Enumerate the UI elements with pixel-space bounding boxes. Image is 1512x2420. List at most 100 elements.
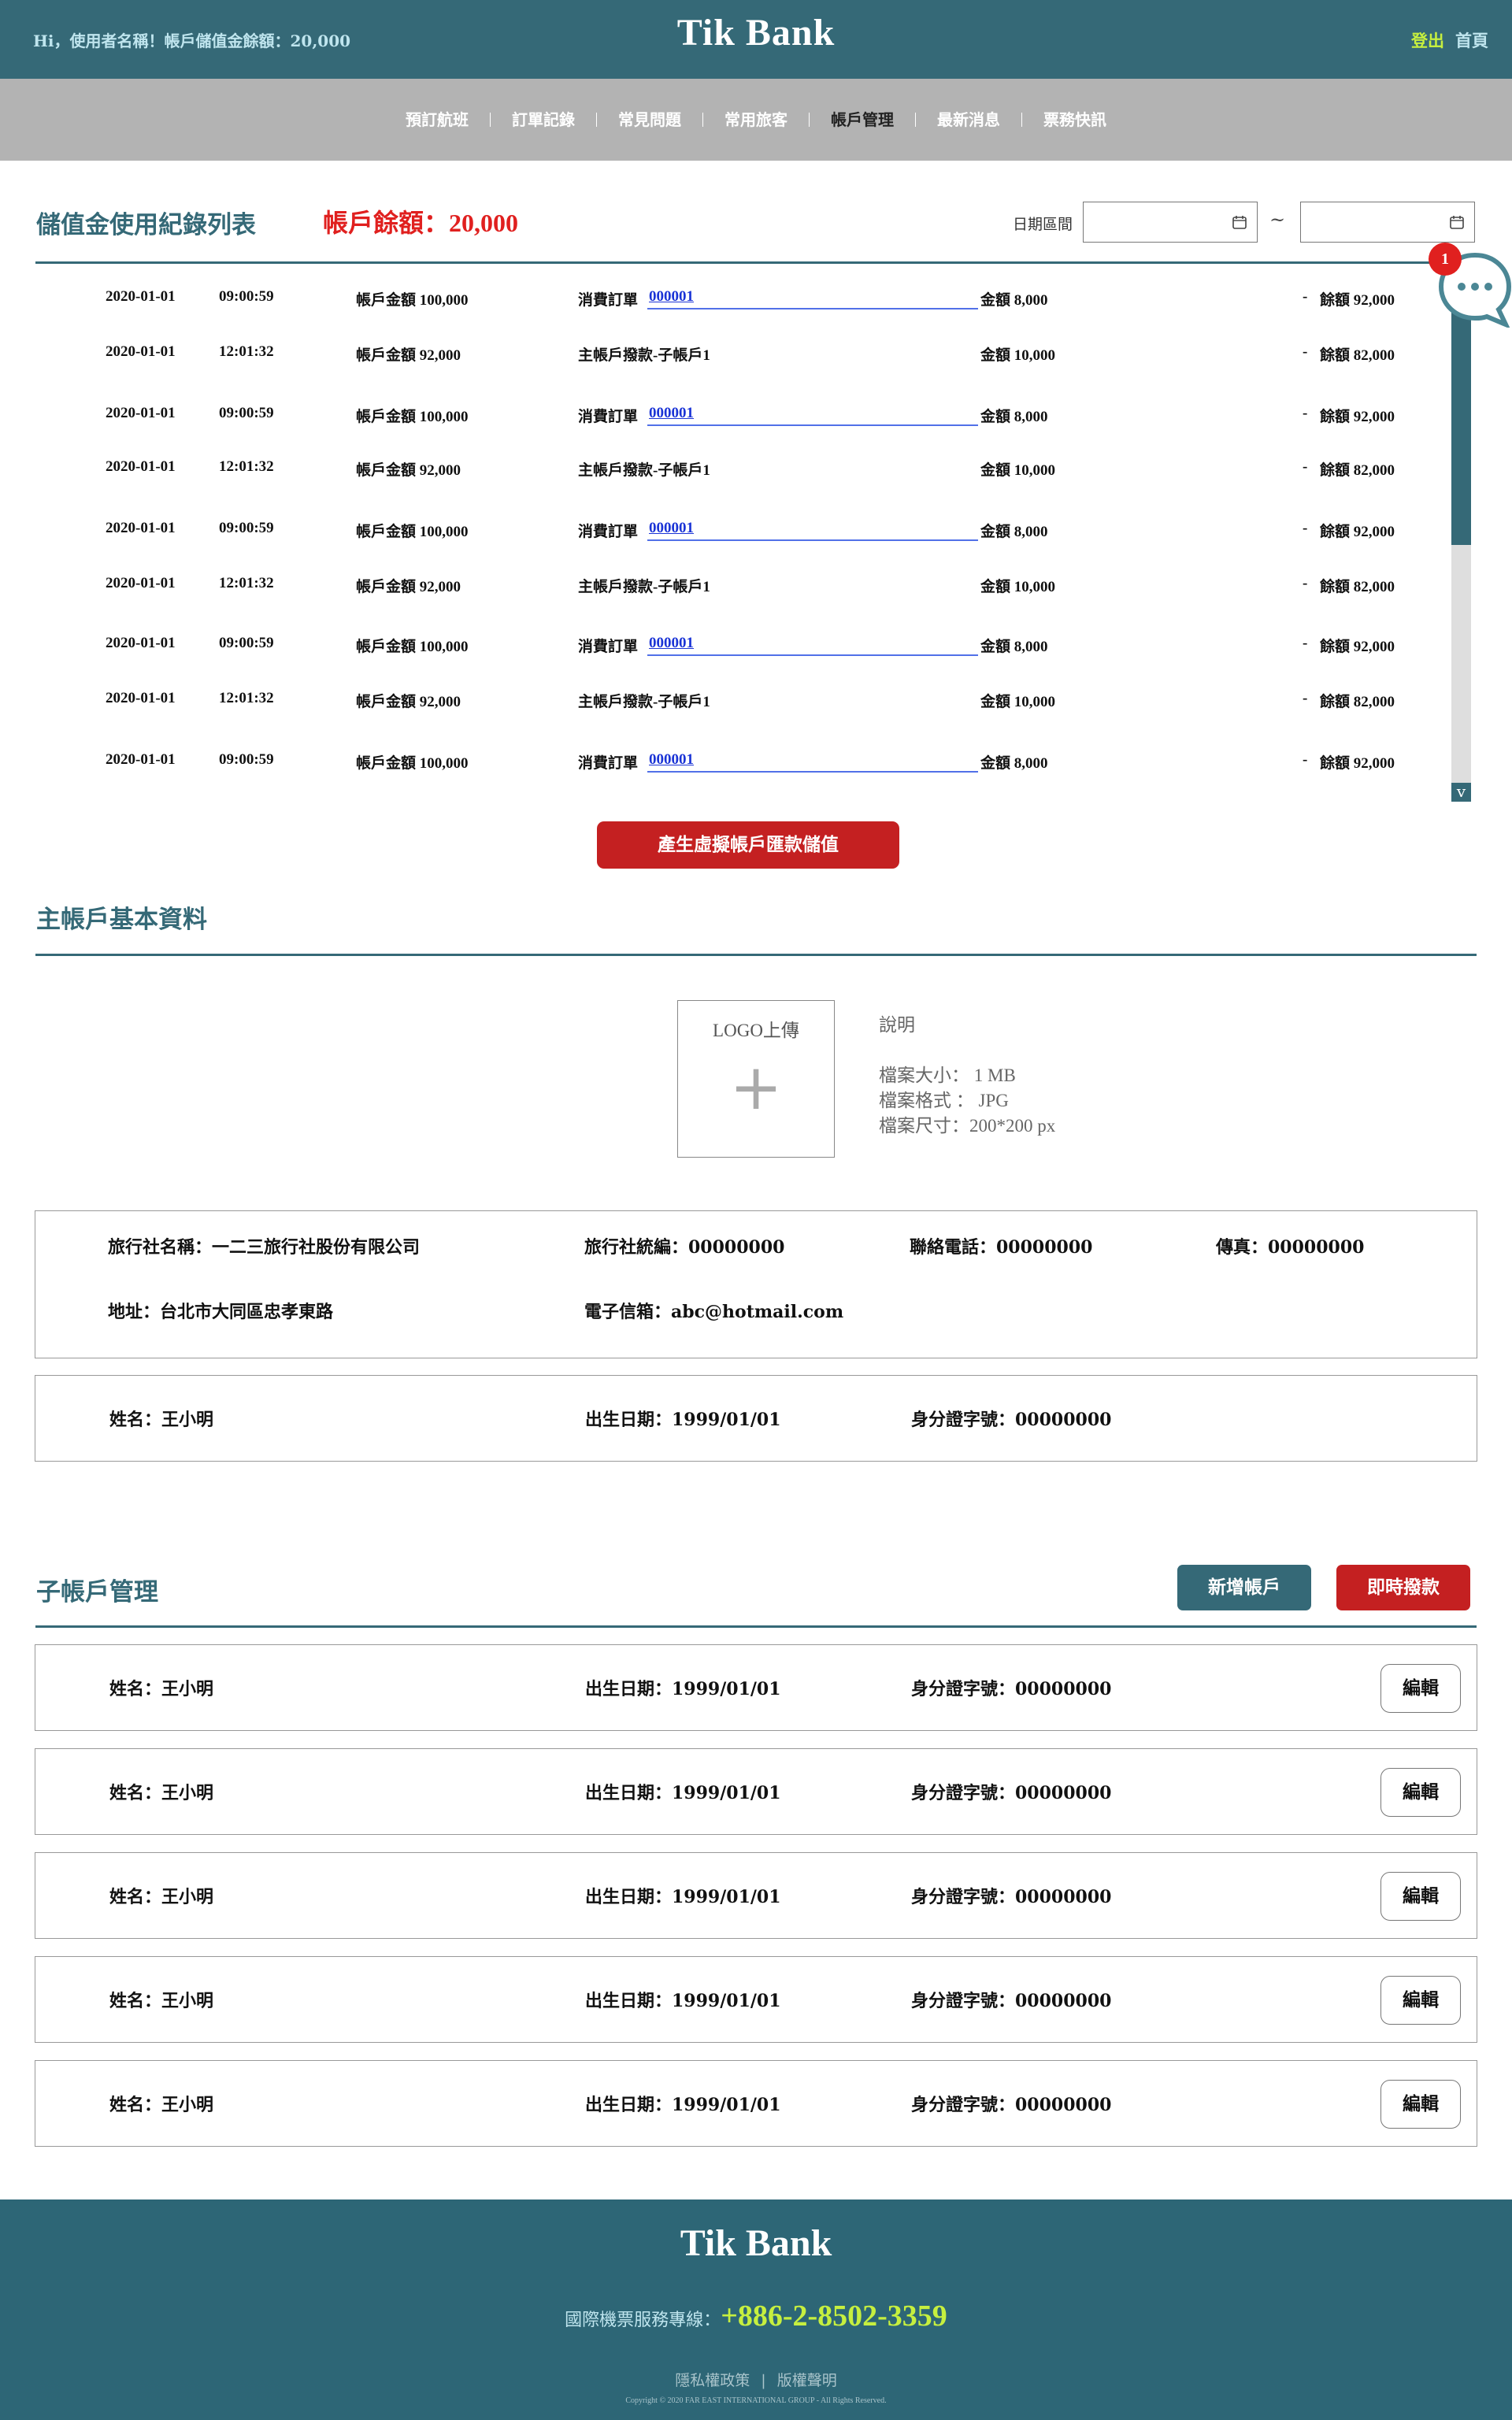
- record-account-amount: 帳戶金額 100,000: [356, 639, 469, 655]
- sub-account-name: 姓名：王小明: [109, 1679, 214, 1699]
- agency-phone: 聯絡電話：00000000: [910, 1237, 1093, 1258]
- sub-account-birth: 出生日期：1999/01/01: [585, 1783, 781, 1803]
- record-row: 2020-01-01 12:01:32 帳戶金額 92,000 主帳戶撥款-子帳戶1 金…: [0, 690, 1496, 713]
- record-order-link[interactable]: 000001: [649, 520, 694, 536]
- calendar-icon[interactable]: [1449, 214, 1465, 230]
- desc-file-dimensions: 檔案尺寸：200*200 px: [879, 1116, 1056, 1136]
- record-balance: 餘額 82,000: [1320, 579, 1395, 595]
- record-date: 2020-01-01: [106, 520, 176, 536]
- record-account-amount: 帳戶金額 92,000: [356, 579, 461, 595]
- sub-account-id: 身分證字號：00000000: [911, 1887, 1112, 1907]
- date-from-input[interactable]: [1083, 202, 1258, 243]
- record-account-amount: 帳戶金額 100,000: [356, 524, 469, 540]
- record-minus-sign: -: [1303, 343, 1308, 360]
- record-row: 2020-01-01 09:00:59 帳戶金額 100,000 消費訂單 000001…: [0, 751, 1496, 775]
- sub-account-birth: 出生日期：1999/01/01: [585, 2095, 781, 2115]
- privacy-policy-link[interactable]: 隱私權政策: [675, 2372, 750, 2389]
- record-account-amount: 帳戶金額 100,000: [356, 755, 469, 772]
- record-description: 主帳戶撥款-子帳戶1: [578, 462, 710, 479]
- record-minus-sign: -: [1303, 458, 1308, 475]
- record-balance: 餘額 92,000: [1320, 409, 1395, 425]
- records-title: 儲值金使用紀錄列表: [36, 211, 256, 239]
- records-scrollbar[interactable]: v: [1451, 291, 1471, 802]
- plus-icon: +: [729, 1051, 783, 1124]
- nav-item-ticket-news[interactable]: 票務快訊: [1021, 112, 1128, 128]
- nav-item-faq[interactable]: 常見問題: [596, 112, 702, 128]
- record-account-amount: 帳戶金額 92,000: [356, 694, 461, 710]
- home-link[interactable]: 首頁: [1455, 28, 1488, 52]
- nav-item-orders[interactable]: 訂單記錄: [490, 112, 596, 128]
- nav-item-travelers[interactable]: 常用旅客: [702, 112, 809, 128]
- order-link-underline: [647, 308, 978, 309]
- nav-item-book-flight[interactable]: 預訂航班: [384, 112, 490, 128]
- copyright-link[interactable]: 版權聲明: [777, 2372, 837, 2389]
- edit-button[interactable]: 編輯: [1380, 1664, 1461, 1713]
- record-description: 消費訂單: [578, 409, 639, 425]
- instant-transfer-button[interactable]: 即時撥款: [1336, 1565, 1470, 1610]
- sub-accounts-title: 子帳戶管理: [36, 1578, 158, 1607]
- record-order-link[interactable]: 000001: [649, 751, 694, 768]
- record-description: 消費訂單: [578, 524, 639, 540]
- copyright-text: Copyright © 2020 FAR EAST INTERNATIONAL …: [625, 2396, 887, 2405]
- edit-button[interactable]: 編輯: [1380, 1976, 1461, 2025]
- site-footer: Tik Bank 國際機票服務專線：+886-2-8502-3359 隱私權政策…: [0, 2199, 1512, 2420]
- footer-links: 隱私權政策 | 版權聲明: [0, 2369, 1512, 2390]
- order-link-underline: [647, 654, 978, 656]
- record-description: 主帳戶撥款-子帳戶1: [578, 347, 710, 364]
- sub-account-row: 姓名：王小明 出生日期：1999/01/01 身分證字號：00000000 編輯: [35, 1748, 1477, 1835]
- calendar-icon[interactable]: [1232, 214, 1247, 230]
- chat-notification-badge: 1: [1429, 243, 1462, 276]
- record-description: 消費訂單: [578, 639, 639, 655]
- order-link-underline: [647, 424, 978, 426]
- record-amount: 金額 10,000: [980, 462, 1056, 479]
- agency-name: 旅行社名稱：一二三旅行社股份有限公司: [108, 1237, 421, 1258]
- record-time: 09:00:59: [219, 635, 274, 651]
- record-order-link[interactable]: 000001: [649, 635, 694, 651]
- top-header: Hi，使用者名稱！帳戶儲值金餘額：20,000 Tik Bank 登出 首頁: [0, 0, 1512, 79]
- record-minus-sign: -: [1303, 751, 1308, 768]
- scroll-down-arrow[interactable]: v: [1451, 783, 1471, 802]
- sub-account-birth: 出生日期：1999/01/01: [585, 1679, 781, 1699]
- record-amount: 金額 10,000: [980, 579, 1056, 595]
- sub-accounts-divider: [35, 1625, 1477, 1628]
- add-account-button[interactable]: 新增帳戶: [1177, 1565, 1311, 1610]
- sub-account-row: 姓名：王小明 出生日期：1999/01/01 身分證字號：00000000 編輯: [35, 1852, 1477, 1939]
- sub-account-id: 身分證字號：00000000: [911, 2095, 1112, 2115]
- record-minus-sign: -: [1303, 520, 1308, 536]
- record-date: 2020-01-01: [106, 288, 176, 305]
- hotline-number[interactable]: +886-2-8502-3359: [721, 2300, 947, 2333]
- generate-virtual-account-button[interactable]: 產生虛擬帳戶匯款儲值: [597, 821, 899, 869]
- record-minus-sign: -: [1303, 635, 1308, 651]
- record-row: 2020-01-01 09:00:59 帳戶金額 100,000 消費訂單 000001…: [0, 405, 1496, 428]
- record-minus-sign: -: [1303, 288, 1308, 305]
- edit-button[interactable]: 編輯: [1380, 1768, 1461, 1817]
- edit-button[interactable]: 編輯: [1380, 2080, 1461, 2129]
- record-description: 消費訂單: [578, 292, 639, 309]
- logout-link[interactable]: 登出: [1411, 28, 1444, 52]
- record-order-link[interactable]: 000001: [649, 405, 694, 421]
- record-time: 12:01:32: [219, 343, 274, 360]
- site-logo[interactable]: Tik Bank: [0, 11, 1512, 54]
- agency-tax-id: 旅行社統編：00000000: [584, 1237, 785, 1258]
- record-time: 09:00:59: [219, 520, 274, 536]
- sub-account-id: 身分證字號：00000000: [911, 1679, 1112, 1699]
- agency-email: 電子信箱：abc@hotmail.com: [584, 1302, 844, 1322]
- record-row: 2020-01-01 12:01:32 帳戶金額 92,000 主帳戶撥款-子帳戶1 金…: [0, 575, 1496, 599]
- edit-button[interactable]: 編輯: [1380, 1872, 1461, 1921]
- agency-address: 地址：台北市大同區忠孝東路: [108, 1302, 334, 1322]
- footer-hotline: 國際機票服務專線：+886-2-8502-3359: [0, 2299, 1512, 2333]
- date-separator: ~: [1269, 209, 1286, 231]
- nav-item-account[interactable]: 帳戶管理: [809, 112, 915, 128]
- record-order-link[interactable]: 000001: [649, 288, 694, 305]
- record-row: 2020-01-01 09:00:59 帳戶金額 100,000 消費訂單 000001…: [0, 288, 1496, 312]
- scrollbar-thumb[interactable]: [1451, 291, 1471, 545]
- record-balance: 餘額 92,000: [1320, 755, 1395, 772]
- sub-account-name: 姓名：王小明: [109, 1783, 214, 1803]
- logo-upload-box[interactable]: LOGO上傳 +: [677, 1000, 835, 1158]
- nav-item-news[interactable]: 最新消息: [915, 112, 1021, 128]
- record-amount: 金額 10,000: [980, 694, 1056, 710]
- main-nav: 預訂航班 訂單記錄 常見問題 常用旅客 帳戶管理 最新消息 票務快訊: [0, 79, 1512, 161]
- record-row: 2020-01-01 12:01:32 帳戶金額 92,000 主帳戶撥款-子帳戶1 金…: [0, 458, 1496, 482]
- date-to-input[interactable]: [1300, 202, 1475, 243]
- order-link-underline: [647, 771, 978, 773]
